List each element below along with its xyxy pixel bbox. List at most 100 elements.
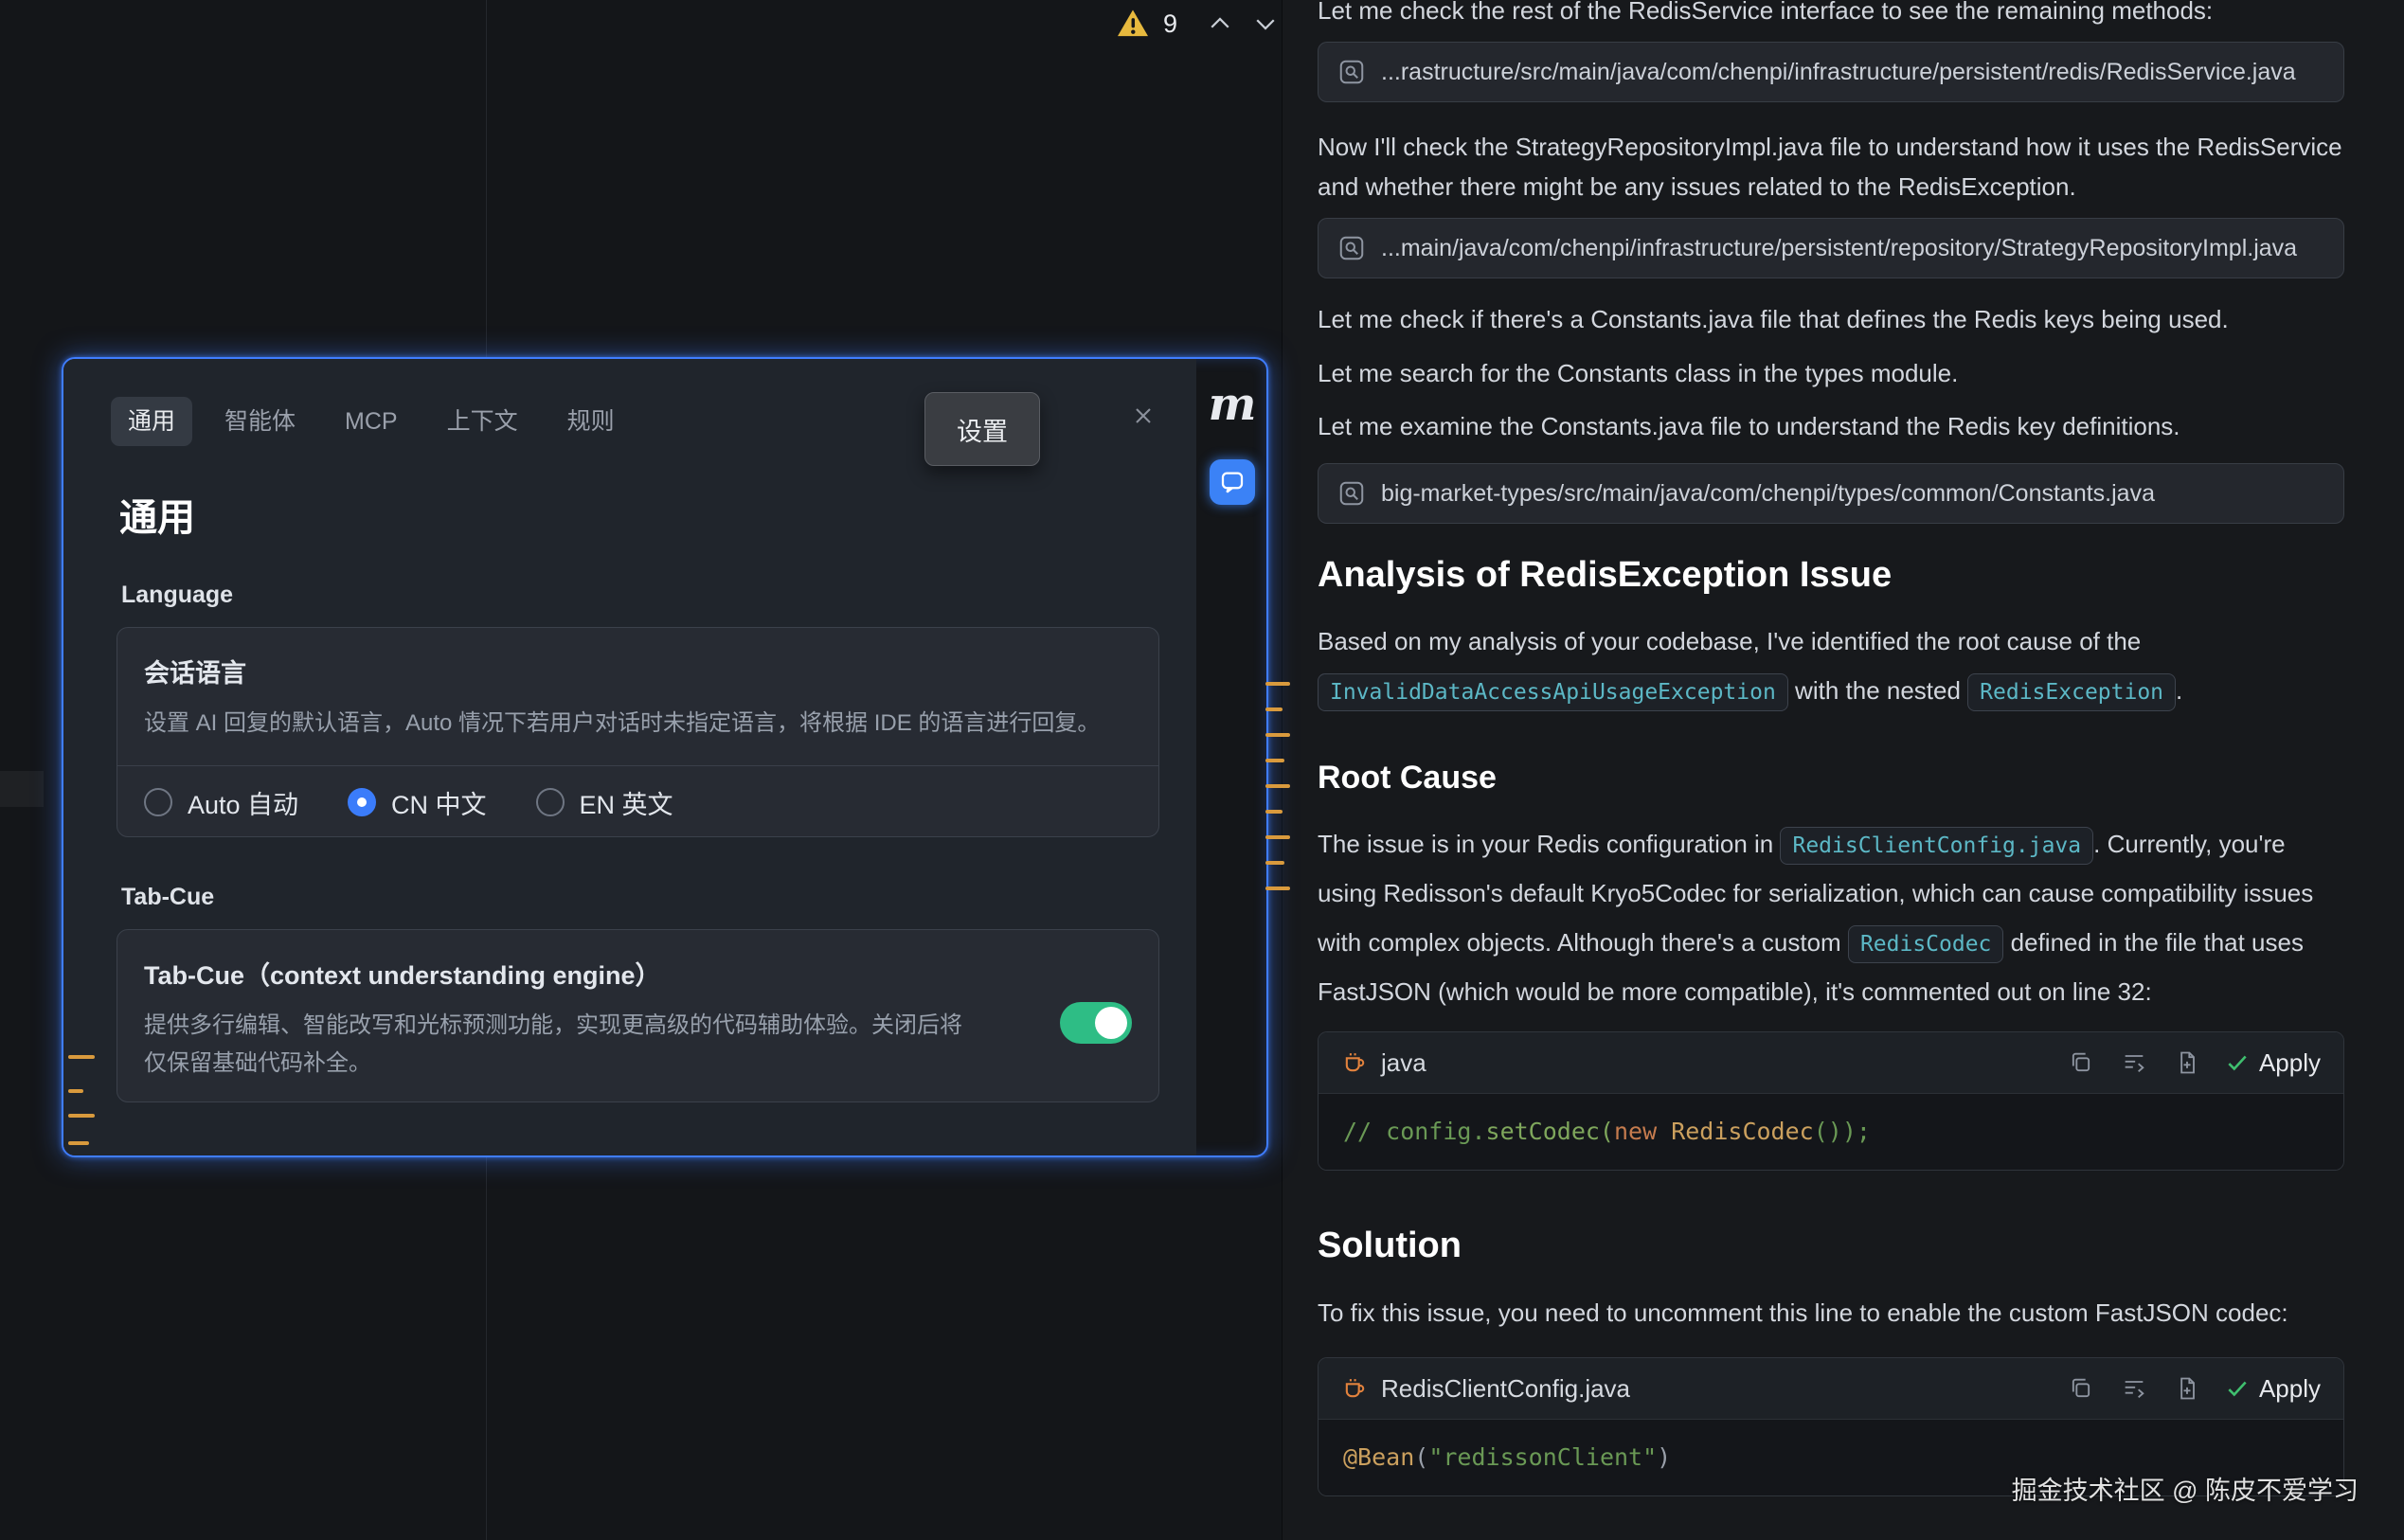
copy-icon[interactable] <box>2066 1048 2096 1078</box>
annotation-mark <box>1265 759 1284 762</box>
dialog-title: 通用 <box>119 492 195 545</box>
apply-label: Apply <box>2259 1048 2321 1078</box>
file-reference-chip[interactable]: big-market-types/src/main/java/com/chenp… <box>1318 463 2344 524</box>
new-file-icon[interactable] <box>2172 1373 2202 1404</box>
annotation-mark <box>68 1114 95 1118</box>
annotation-mark <box>1265 733 1290 737</box>
file-search-icon <box>1337 479 1366 508</box>
code-token: ) <box>1657 1443 1671 1471</box>
root-cause-heading: Root Cause <box>1318 757 2344 798</box>
annotation-mark <box>1265 810 1283 814</box>
apply-button[interactable]: Apply <box>2225 1374 2321 1404</box>
insert-code-icon[interactable] <box>2119 1048 2149 1078</box>
annotation-mark <box>68 1141 89 1145</box>
activity-bar: m <box>1198 359 1266 1155</box>
text-run: Based on my analysis of your codebase, I… <box>1318 627 2141 655</box>
inline-code: RedisClientConfig.java <box>1780 827 2093 865</box>
annotation-mark <box>1265 886 1290 890</box>
file-path: ...main/java/com/chenpi/infrastructure/p… <box>1381 235 2297 262</box>
tree-row-highlight <box>0 771 44 807</box>
insert-code-icon[interactable] <box>2119 1373 2149 1404</box>
code-token: ( <box>1414 1443 1428 1471</box>
warning-count: 9 <box>1163 9 1177 39</box>
tab-mcp[interactable]: MCP <box>328 397 415 446</box>
ai-chat-icon[interactable] <box>1210 459 1255 505</box>
inline-code: InvalidDataAccessApiUsageException <box>1318 673 1788 711</box>
file-path: big-market-types/src/main/java/com/chenp… <box>1381 480 2155 508</box>
code-block-actions: Apply <box>2066 1373 2321 1404</box>
java-cup-icon <box>1341 1049 1368 1076</box>
language-card-description: 设置 AI 回复的默认语言，Auto 情况下若用户对话时未指定语言，将根据 ID… <box>144 705 1132 743</box>
annotation-mark <box>1265 835 1290 839</box>
code-token: ()); <box>1814 1118 1871 1145</box>
code-block-header: java Apply <box>1319 1032 2343 1094</box>
annotation-mark <box>1265 707 1283 711</box>
solution-heading: Solution <box>1318 1223 2344 1268</box>
settings-tabs: 通用 智能体 MCP 上下文 规则 <box>111 397 632 446</box>
annotation-mark <box>68 1055 95 1059</box>
settings-dialog: 通用 智能体 MCP 上下文 规则 设置 通用 Language 会话语言 设置… <box>62 357 1268 1157</box>
java-cup-icon <box>1341 1375 1368 1402</box>
code-filename-label: RedisClientConfig.java <box>1381 1374 1630 1404</box>
chevron-down-icon[interactable] <box>1249 8 1282 40</box>
text-run: The issue is in your Redis configuration… <box>1318 830 1773 858</box>
apply-check-icon <box>2225 1376 2250 1401</box>
tab-general[interactable]: 通用 <box>111 397 192 446</box>
tabcue-card-title: Tab-Cue（context understanding engine） <box>144 955 1132 992</box>
analysis-heading: Analysis of RedisException Issue <box>1318 552 2344 598</box>
chat-message: Let me examine the Constants.java file t… <box>1318 406 2344 446</box>
problems-navigation: 9 <box>1116 8 1282 40</box>
apply-button[interactable]: Apply <box>2225 1048 2321 1078</box>
m-logo: m <box>1209 378 1257 431</box>
file-reference-chip[interactable]: ...main/java/com/chenpi/infrastructure/p… <box>1318 218 2344 278</box>
apply-check-icon <box>2225 1050 2250 1075</box>
radio-label: CN 中文 <box>391 784 487 821</box>
code-token: @Bean <box>1343 1443 1414 1471</box>
code-block-java: java Apply // config.setCod <box>1318 1031 2344 1171</box>
tab-agents[interactable]: 智能体 <box>207 397 313 446</box>
ai-chat-panel: Let me check the rest of the RedisServic… <box>1283 0 2404 1540</box>
code-token: "redissonClient" <box>1428 1443 1657 1471</box>
code-language-label: java <box>1381 1048 1426 1078</box>
chevron-up-icon[interactable] <box>1204 8 1236 40</box>
tabcue-card: Tab-Cue（context understanding engine） 提供… <box>117 929 1159 1102</box>
tabcue-toggle[interactable] <box>1060 1002 1132 1044</box>
chat-message: Let me check if there's a Constants.java… <box>1318 299 2344 339</box>
radio-option-cn[interactable]: CN 中文 <box>348 784 487 821</box>
radio-label: EN 英文 <box>580 784 673 821</box>
chat-message: Let me search for the Constants class in… <box>1318 353 2344 393</box>
radio-icon[interactable] <box>144 788 172 816</box>
code-block-header: RedisClientConfig.java Apply <box>1319 1358 2343 1420</box>
language-card-title: 会话语言 <box>144 653 1132 689</box>
annotation-mark <box>1265 784 1290 788</box>
new-file-icon[interactable] <box>2172 1048 2202 1078</box>
code-token: RedisCodec <box>1671 1118 1814 1145</box>
radio-icon-selected[interactable] <box>348 788 376 816</box>
code-block-body: // config.setCodec(new RedisCodec()); <box>1319 1094 2343 1170</box>
apply-label: Apply <box>2259 1374 2321 1404</box>
tab-context[interactable]: 上下文 <box>430 397 535 446</box>
text-run: . <box>2176 676 2182 705</box>
warning-icon[interactable] <box>1116 9 1150 39</box>
settings-tooltip[interactable]: 设置 <box>924 392 1040 466</box>
settings-dialog-panel: 通用 智能体 MCP 上下文 规则 设置 通用 Language 会话语言 设置… <box>63 359 1196 1155</box>
radio-icon[interactable] <box>536 788 565 816</box>
file-search-icon <box>1337 234 1366 262</box>
file-reference-chip[interactable]: ...rastructure/src/main/java/com/chenpi/… <box>1318 42 2344 102</box>
annotation-mark <box>68 1089 83 1093</box>
language-options: Auto 自动 CN 中文 EN 英文 <box>117 766 1158 838</box>
code-token: new <box>1614 1118 1671 1145</box>
annotation-mark <box>1265 861 1284 865</box>
radio-option-auto[interactable]: Auto 自动 <box>144 784 298 821</box>
tab-rules[interactable]: 规则 <box>550 397 632 446</box>
watermark: 掘金技术社区 @ 陈皮不爱学习 <box>2012 1470 2359 1507</box>
code-token: // config. <box>1343 1118 1486 1145</box>
chat-message: Now I'll check the StrategyRepositoryImp… <box>1318 127 2344 206</box>
solution-paragraph: To fix this issue, you need to uncomment… <box>1318 1293 2344 1333</box>
tabcue-card-description: 提供多行编辑、智能改写和光标预测功能，实现更高级的代码辅助体验。关闭后将仅保留基… <box>144 1007 1132 1083</box>
file-path: ...rastructure/src/main/java/com/chenpi/… <box>1381 59 2296 86</box>
close-icon[interactable] <box>1124 397 1162 435</box>
radio-option-en[interactable]: EN 英文 <box>536 784 673 821</box>
inline-code: RedisException <box>1967 673 2176 711</box>
copy-icon[interactable] <box>2066 1373 2096 1404</box>
